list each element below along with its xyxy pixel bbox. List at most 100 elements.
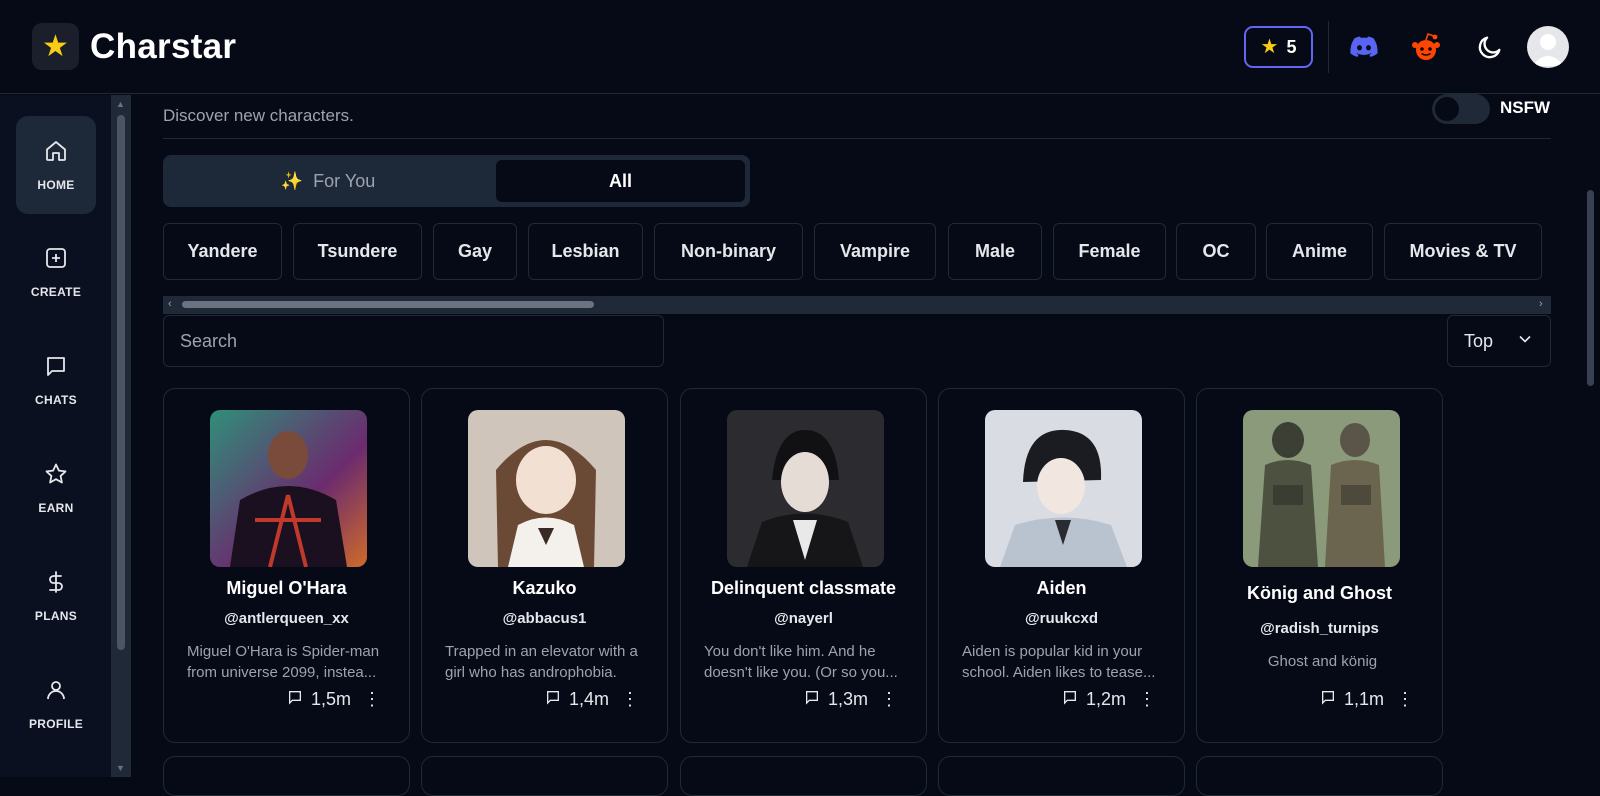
tab-label: For You <box>313 170 376 191</box>
sparkles-icon: ✨ <box>280 170 304 191</box>
character-handle[interactable]: @antlerqueen_xx <box>164 610 409 627</box>
user-icon <box>44 678 68 707</box>
sidebar-item-label: CREATE <box>30 284 82 299</box>
card-footer: 1,2m ⋮ <box>1062 689 1156 710</box>
description-line: girl who has androphobia. <box>445 664 617 681</box>
character-image <box>210 410 367 567</box>
tab-for-you[interactable]: ✨ For You <box>163 155 493 207</box>
category-scroll-thumb[interactable] <box>182 301 594 308</box>
logo-star-icon[interactable]: ★ <box>32 23 79 70</box>
sort-value: Top <box>1464 330 1494 351</box>
chat-count-icon <box>545 689 561 710</box>
character-description: Aiden is popular kid in your school. Aid… <box>962 641 1167 683</box>
top-header: ★ Charstar ★ 5 <box>0 0 1600 94</box>
character-card[interactable]: Delinquent classmate @nayerl You don't l… <box>680 388 927 743</box>
chat-count-icon <box>804 689 820 710</box>
category-chip[interactable]: Yandere <box>163 223 282 280</box>
category-chip[interactable]: Non-binary <box>654 223 803 280</box>
character-name: Aiden <box>1036 578 1087 598</box>
description-line: school. Aiden likes to tease... <box>962 664 1156 681</box>
more-options-icon[interactable]: ⋮ <box>621 689 639 710</box>
description-line: Miguel O'Hara is Spider-man <box>187 643 380 660</box>
character-description: Ghost and könig <box>1220 651 1425 672</box>
sidebar-item-chats[interactable]: CHATS <box>16 331 96 429</box>
star-icon: ★ <box>1260 36 1279 58</box>
more-options-icon[interactable]: ⋮ <box>363 689 381 710</box>
nsfw-toggle[interactable] <box>1432 94 1490 124</box>
avatar[interactable] <box>1527 26 1569 68</box>
search-input[interactable] <box>163 315 664 367</box>
header-divider <box>1328 21 1329 73</box>
discord-icon[interactable] <box>1347 30 1381 64</box>
description-line: You don't like him. And he <box>704 643 876 660</box>
sidebar-item-plans[interactable]: PLANS <box>16 547 96 645</box>
character-card[interactable]: Aiden @ruukcxd Aiden is popular kid in y… <box>938 388 1185 743</box>
sidebar-item-profile[interactable]: PROFILE <box>16 655 96 753</box>
character-card[interactable]: Miguel O'Hara @antlerqueen_xx Miguel O'H… <box>163 388 410 743</box>
reddit-icon[interactable] <box>1409 30 1443 64</box>
home-icon <box>44 139 68 168</box>
credits-button[interactable]: ★ 5 <box>1244 26 1313 68</box>
character-handle[interactable]: @ruukcxd <box>939 610 1184 627</box>
card-footer: 1,5m ⋮ <box>287 689 381 710</box>
character-card[interactable]: Kazuko @abbacus1 Trapped in an elevator … <box>421 388 668 743</box>
character-card[interactable] <box>163 756 410 796</box>
chat-count-icon <box>1062 689 1078 710</box>
divider <box>163 138 1551 139</box>
chat-count-icon <box>1320 689 1336 710</box>
sidebar-item-home[interactable]: HOME <box>16 116 96 214</box>
description-line: Ghost and könig <box>1267 653 1378 670</box>
character-card[interactable] <box>1196 756 1443 796</box>
more-options-icon[interactable]: ⋮ <box>880 689 898 710</box>
moon-icon[interactable] <box>1473 30 1507 64</box>
character-handle[interactable]: @abbacus1 <box>422 610 667 627</box>
category-chip[interactable]: Gay <box>433 223 517 280</box>
character-card[interactable] <box>680 756 927 796</box>
sidebar: HOME CREATE CHATS EARN PLANS PROFILE <box>0 95 111 777</box>
category-chip[interactable]: OC <box>1176 223 1256 280</box>
credits-count: 5 <box>1286 36 1297 57</box>
category-chip[interactable]: Lesbian <box>528 223 643 280</box>
more-options-icon[interactable]: ⋮ <box>1138 689 1156 710</box>
category-chip[interactable]: Anime <box>1266 223 1373 280</box>
feed-tabs: ✨ For You All <box>163 155 750 207</box>
character-card[interactable] <box>421 756 668 796</box>
character-description: Miguel O'Hara is Spider-man from univers… <box>187 641 392 683</box>
category-chip[interactable]: Vampire <box>814 223 936 280</box>
character-description: Trapped in an elevator with a girl who h… <box>445 641 650 683</box>
scroll-up-arrow-icon[interactable]: ▲ <box>116 99 125 109</box>
sidebar-item-label: PLANS <box>34 608 78 623</box>
chat-count-icon <box>287 689 303 710</box>
sidebar-item-label: EARN <box>38 500 74 515</box>
sidebar-item-earn[interactable]: EARN <box>16 439 96 537</box>
character-card[interactable]: König and Ghost @radish_turnips Ghost an… <box>1196 388 1443 743</box>
tab-all[interactable]: All <box>496 160 745 202</box>
character-image <box>727 410 884 567</box>
sort-select[interactable]: Top <box>1447 315 1551 367</box>
app-title[interactable]: Charstar <box>90 27 236 67</box>
chevron-down-icon <box>1518 330 1532 351</box>
character-image <box>985 410 1142 567</box>
category-chip[interactable]: Female <box>1053 223 1166 280</box>
character-card[interactable] <box>938 756 1185 796</box>
category-chip[interactable]: Male <box>948 223 1042 280</box>
character-image <box>468 410 625 567</box>
scroll-right-arrow-icon[interactable]: › <box>1539 298 1543 310</box>
sidebar-scroll-thumb[interactable] <box>117 115 125 650</box>
card-footer: 1,4m ⋮ <box>545 689 639 710</box>
description-line: doesn't like you. (Or so you... <box>704 664 898 681</box>
sidebar-item-label: PROFILE <box>28 716 84 731</box>
main-scroll-thumb[interactable] <box>1587 190 1594 386</box>
more-options-icon[interactable]: ⋮ <box>1396 689 1414 710</box>
sidebar-item-label: HOME <box>37 177 75 192</box>
character-handle[interactable]: @radish_turnips <box>1197 620 1442 637</box>
nsfw-label: NSFW <box>1500 98 1551 117</box>
scroll-left-arrow-icon[interactable]: ‹ <box>168 298 172 310</box>
category-chip[interactable]: Tsundere <box>293 223 422 280</box>
dollar-icon <box>44 570 68 599</box>
scroll-down-arrow-icon[interactable]: ▼ <box>116 763 125 773</box>
category-chip[interactable]: Movies & TV <box>1384 223 1542 280</box>
sidebar-item-create[interactable]: CREATE <box>16 223 96 321</box>
character-handle[interactable]: @nayerl <box>681 610 926 627</box>
page-subtitle: Discover new characters. <box>163 106 354 125</box>
